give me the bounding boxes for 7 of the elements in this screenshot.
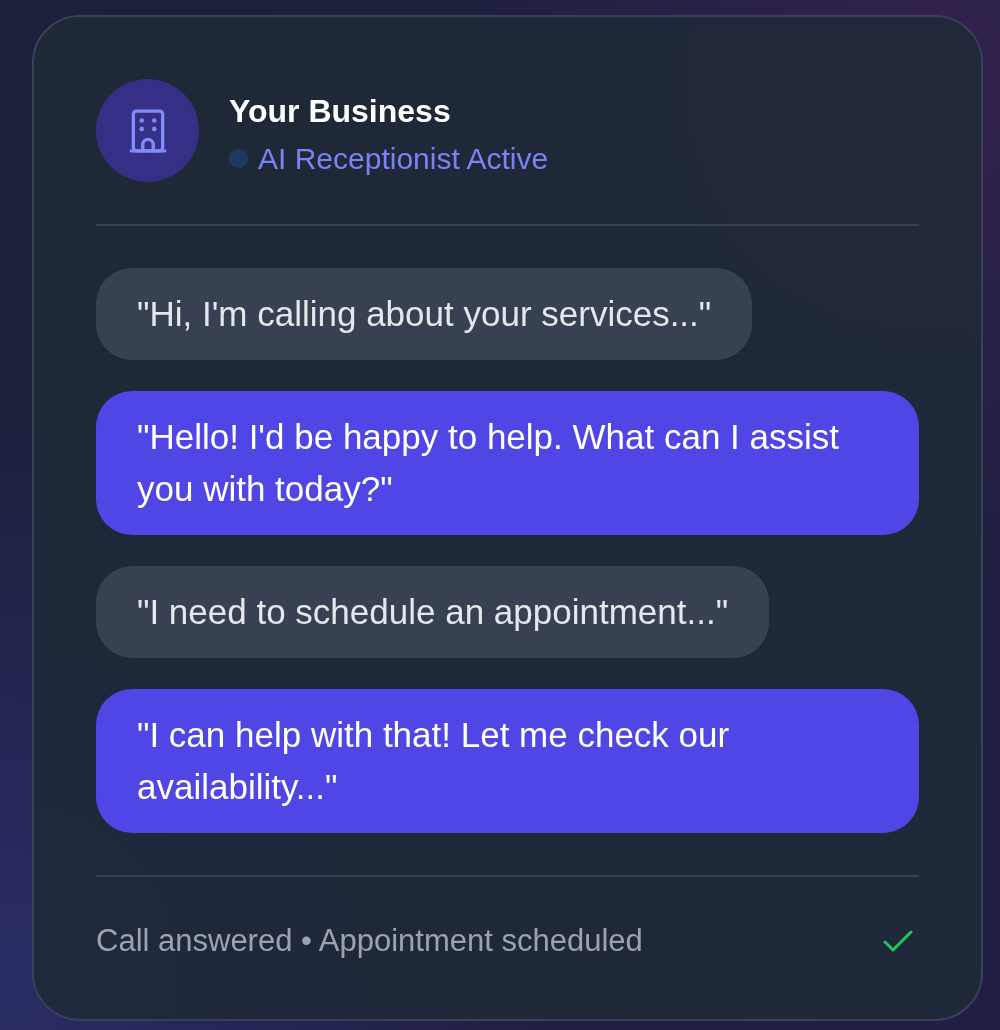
receptionist-message-bubble: "I can help with that! Let me check our availability..." <box>96 689 919 833</box>
caller-message-bubble: "Hi, I'm calling about your services..." <box>96 268 753 360</box>
caller-message-bubble: "I need to schedule an appointment..." <box>96 566 770 658</box>
status-text: AI Receptionist Active <box>258 140 549 177</box>
business-name: Your Business <box>229 91 452 131</box>
receptionist-message-bubble: "Hello! I'd be happy to help. What can I assist you with today?" <box>96 391 919 535</box>
call-summary-text: Call answered • Appointment scheduled <box>96 922 643 960</box>
